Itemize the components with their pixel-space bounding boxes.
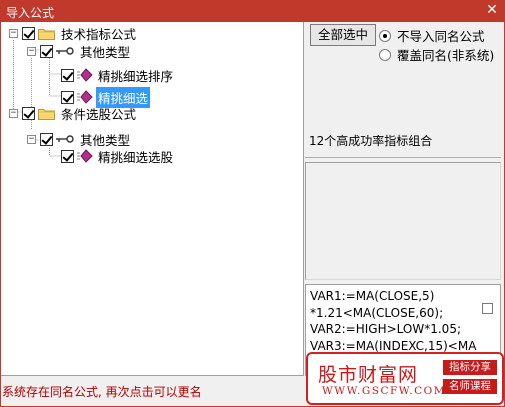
close-icon[interactable]: ✕ (483, 1, 501, 19)
folder-icon (38, 108, 55, 120)
folder-icon (38, 28, 55, 40)
formula-icon (77, 68, 93, 82)
radio-overwrite[interactable] (379, 48, 391, 61)
checkbox-other-types-2[interactable] (40, 132, 53, 146)
code-line: VAR1:=MA(CLOSE,5) (310, 289, 435, 303)
formula-tree[interactable]: − 技术指标公式 − 其他类型 精挑细选排序 精挑细选 − 条件选股公式 − 其… (1, 22, 304, 376)
tree-node-formula-sort[interactable]: 精挑细选排序 (61, 66, 175, 84)
status-message: 系统存在同名公式, 再次点击可以更名 (2, 385, 202, 399)
select-all-button[interactable]: 全部选中 (310, 24, 376, 46)
checkbox-formula-screen[interactable] (61, 149, 74, 163)
watermark-url: WWW.GSCFW.COM (322, 385, 446, 397)
collapse-icon[interactable]: − (27, 134, 36, 144)
key-icon (56, 135, 74, 143)
checkbox-stock-screening[interactable] (22, 106, 35, 120)
radio-overwrite-label: 覆盖同名(非系统) (397, 48, 495, 63)
tree-node-technical-indicators[interactable]: − 技术指标公式 (9, 24, 138, 42)
tree-node-stock-screening[interactable]: − 条件选股公式 (9, 104, 138, 122)
watermark-logo: 股市财富网 WWW.GSCFW.COM 指标分享 名师课程 (306, 352, 504, 405)
collapse-icon[interactable]: − (9, 28, 18, 38)
tree-label: 条件选股公式 (61, 106, 137, 122)
radio-no-import-label: 不导入同名公式 (397, 29, 485, 44)
collapse-icon[interactable]: − (9, 108, 18, 118)
checkbox-other-types[interactable] (40, 44, 53, 58)
window-title: 导入公式 (6, 6, 55, 20)
collapse-icon[interactable]: − (27, 46, 36, 56)
dialog-body: − 技术指标公式 − 其他类型 精挑细选排序 精挑细选 − 条件选股公式 − 其… (1, 22, 504, 406)
title-bar: 导入公式 ✕ (0, 0, 505, 22)
code-checkbox[interactable] (482, 303, 493, 314)
watermark-tag-course: 名师课程 (443, 379, 497, 394)
tree-node-formula-screen[interactable]: 精挑细选选股 (61, 147, 175, 165)
code-line: VAR2:=HIGH>LOW*1.05; (310, 322, 461, 336)
key-icon (56, 47, 74, 55)
tree-label: 其他类型 (80, 44, 131, 60)
formula-params-panel (305, 162, 501, 280)
tree-label: 精挑细选选股 (98, 149, 174, 165)
formula-description: 12个高成功率指标组合 (305, 128, 501, 158)
radio-overwrite-row[interactable]: 覆盖同名(非系统) (379, 45, 494, 64)
radio-no-import[interactable] (379, 29, 391, 42)
watermark-title: 股市财富网 (318, 364, 419, 386)
checkbox-technical-indicators[interactable] (22, 26, 35, 40)
code-line: *1.21<MA(CLOSE,60); (310, 305, 444, 320)
radio-no-import-row[interactable]: 不导入同名公式 (379, 26, 485, 45)
watermark-tag-share: 指标分享 (443, 360, 497, 375)
checkbox-formula-sort[interactable] (61, 68, 74, 82)
formula-icon (77, 149, 93, 163)
tree-node-other-types[interactable]: − 其他类型 (27, 42, 132, 60)
tree-label: 精挑细选排序 (98, 68, 174, 84)
